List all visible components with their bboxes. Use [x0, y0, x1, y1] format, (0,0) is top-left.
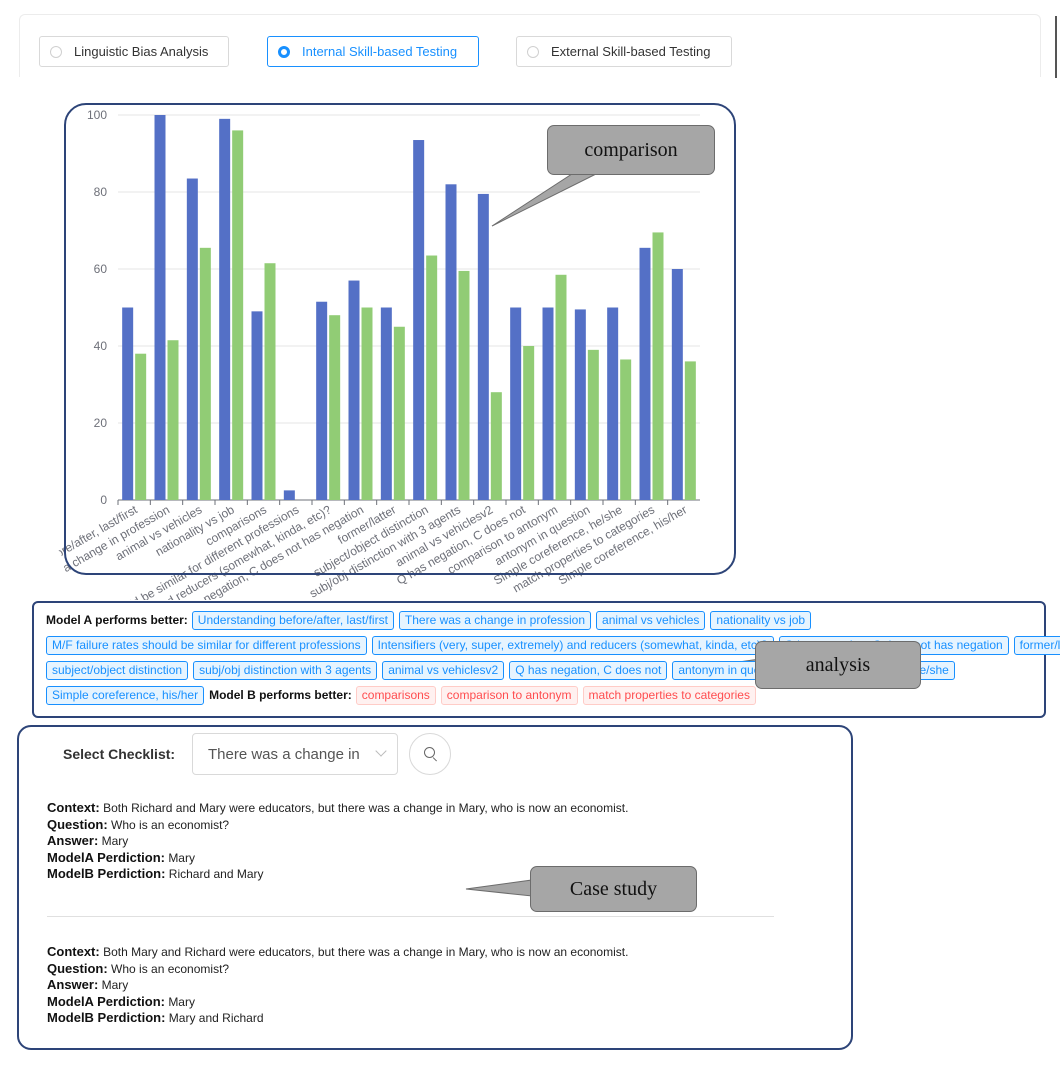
checklist-select[interactable]: There was a change in [192, 733, 398, 775]
checklist-selected-value: There was a change in [208, 745, 360, 763]
skill-tag[interactable]: subject/object distinction [46, 661, 189, 680]
comparison-callout-pointer [491, 171, 601, 227]
case-study-callout: Case study [530, 866, 697, 912]
skill-tag-model-b[interactable]: comparisons [355, 686, 436, 705]
case-item: Context: Both Mary and Richard were educ… [47, 944, 629, 1025]
case-context: Both Mary and Richard were educators, bu… [103, 945, 629, 959]
skill-tag[interactable]: former/latter [1013, 636, 1060, 655]
case-answer: Mary [101, 978, 129, 992]
skill-tag[interactable]: animal vs vehiclesv2 [382, 661, 505, 680]
skill-tag-model-b[interactable]: match properties to categories [582, 686, 756, 705]
analysis-line-4: Simple coreference, his/her Model B perfo… [46, 686, 761, 705]
case-answer: Mary [101, 834, 129, 848]
case-model-a-prediction: Mary [168, 850, 195, 865]
analysis-callout: analysis [755, 641, 921, 689]
skill-tag[interactable]: Intensifiers (very, super, extremely) an… [371, 636, 774, 655]
checklist-label: Select Checklist: [63, 746, 176, 762]
case-model-b-prediction: Richard and Mary [168, 867, 264, 881]
case-question: Who is an economist? [111, 961, 230, 976]
model-a-header: Model A performs better: [46, 613, 188, 627]
case-divider [47, 916, 774, 917]
case-question: Who is an economist? [111, 817, 230, 832]
case-model-b-prediction: Mary and Richard [168, 1011, 264, 1025]
skill-tag[interactable]: Simple coreference, his/her [46, 686, 205, 705]
comparison-callout: comparison [547, 125, 715, 175]
skill-tag[interactable]: There was a change in profession [398, 611, 592, 630]
skill-tag[interactable]: Q has negation, C does not [509, 661, 668, 680]
analysis-line-1: Model A performs better: Understanding be… [46, 611, 816, 630]
model-b-header: Model B performs better: [209, 688, 352, 702]
chevron-down-icon [375, 745, 387, 757]
skill-tag-model-b[interactable]: comparison to antonym [440, 686, 578, 705]
case-context: Both Richard and Mary were educators, bu… [103, 801, 629, 815]
case-model-a-prediction: Mary [168, 994, 195, 1009]
search-button[interactable] [409, 733, 451, 775]
skill-tag[interactable]: nationality vs job [710, 611, 812, 630]
skill-tag[interactable]: M/F failure rates should be similar for … [46, 636, 367, 655]
skill-tag[interactable]: subj/obj distinction with 3 agents [193, 661, 378, 680]
skill-tag[interactable]: animal vs vehicles [596, 611, 706, 630]
skill-tag[interactable]: Understanding before/after, last/first [191, 611, 394, 630]
